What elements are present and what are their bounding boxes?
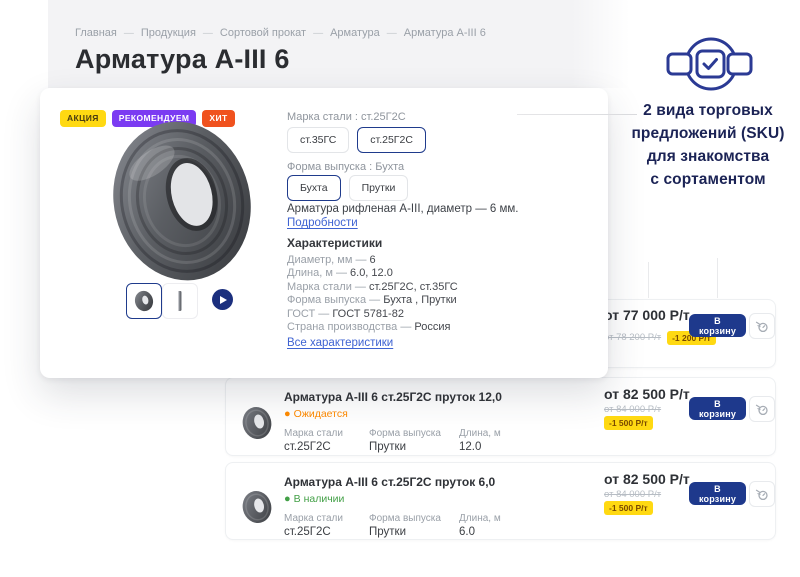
- offer-old-price: от 84 000 Р/т: [604, 404, 661, 415]
- breadcrumb-separator: —: [387, 28, 397, 39]
- offer-row: Арматура А-III 6 ст.25Г2С пруток 6,0 ●В …: [225, 462, 776, 540]
- form-options: Бухта Прутки: [287, 175, 408, 201]
- offer-thumbnail-coil: [238, 404, 276, 442]
- quick-order-icon: [755, 319, 769, 333]
- rod-thumb-icon: [168, 289, 192, 313]
- breadcrumb-item-products[interactable]: Продукция: [141, 27, 196, 39]
- characteristic-row: Диаметр, мм — 6: [287, 254, 458, 267]
- steel-option-st35gs[interactable]: ст.35ГС: [287, 127, 349, 153]
- annotation-line: 2 вида торговых: [618, 99, 798, 122]
- quick-order-button[interactable]: [749, 481, 775, 507]
- offer-title[interactable]: Арматура А-III 6 ст.25Г2С пруток 12,0: [284, 390, 502, 404]
- offer-status: ●Ожидается: [284, 408, 348, 420]
- spec-label: Марка стали: [284, 513, 343, 524]
- steel-grade-options: ст.35ГС ст.25Г2С: [287, 127, 426, 153]
- divider: [717, 258, 718, 298]
- breadcrumb-item-current: Арматура А-III 6: [404, 27, 486, 39]
- all-characteristics-link[interactable]: Все характеристики: [287, 337, 393, 349]
- spec-label: Длина, м: [459, 428, 501, 439]
- spec-label: Марка стали: [284, 428, 343, 439]
- coil-thumb-icon: [132, 289, 156, 313]
- status-dot: ●: [284, 408, 291, 420]
- offer-old-price: от 84 000 Р/т: [604, 489, 661, 500]
- annotation-line: предложений (SKU): [618, 122, 798, 145]
- spec-label: Форма выпуска: [369, 428, 441, 439]
- quick-order-icon: [755, 402, 769, 416]
- offer-price: от 77 000 Р/т: [604, 307, 690, 323]
- offer-old-price: от 78 200 Р/т: [604, 332, 661, 343]
- offer-price: от 82 500 Р/т: [604, 386, 690, 402]
- spec-value: ст.25Г2С: [284, 441, 331, 453]
- breadcrumb-item-rolled[interactable]: Сортовой прокат: [220, 27, 306, 39]
- divider: [648, 262, 649, 298]
- add-to-cart-button[interactable]: В корзину: [689, 482, 746, 505]
- add-to-cart-button[interactable]: В корзину: [689, 314, 746, 337]
- spec-value: Прутки: [369, 441, 406, 453]
- details-link[interactable]: Подробности: [287, 217, 358, 229]
- quick-order-button[interactable]: [749, 396, 775, 422]
- sku-variants-icon: [664, 32, 756, 96]
- form-option-rods[interactable]: Прутки: [349, 175, 409, 201]
- gallery-thumbnail-coil[interactable]: [126, 283, 162, 319]
- form-label: Форма выпуска : Бухта: [287, 161, 404, 173]
- breadcrumb-item-rebar[interactable]: Арматура: [330, 27, 380, 39]
- characteristic-row: Страна производства — Россия: [287, 321, 458, 334]
- characteristics-list: Диаметр, мм — 6 Длина, м — 6.0, 12.0 Мар…: [287, 254, 458, 334]
- spec-value: ст.25Г2С: [284, 526, 331, 538]
- annotation-line: для знакомства: [618, 145, 798, 168]
- badge-sale: АКЦИЯ: [60, 110, 106, 127]
- spec-label: Форма выпуска: [369, 513, 441, 524]
- quick-order-icon: [755, 487, 769, 501]
- breadcrumb: Главная — Продукция — Сортовой прокат — …: [75, 27, 486, 39]
- offer-row: Арматура А-III 6 ст.25Г2С пруток 12,0 ●О…: [225, 377, 776, 456]
- video-play-button[interactable]: [212, 289, 233, 310]
- steel-grade-label: Марка стали : ст.25Г2С: [287, 111, 406, 123]
- page-title: Арматура А-III 6: [75, 44, 290, 75]
- breadcrumb-separator: —: [313, 28, 323, 39]
- offer-title[interactable]: Арматура А-III 6 ст.25Г2С пруток 6,0: [284, 475, 495, 489]
- form-option-coil[interactable]: Бухта: [287, 175, 341, 201]
- breadcrumb-separator: —: [124, 28, 134, 39]
- add-to-cart-button[interactable]: В корзину: [689, 397, 746, 420]
- product-image-coil: [100, 113, 265, 288]
- spec-value: 12.0: [459, 441, 481, 453]
- characteristics-title: Характеристики: [287, 236, 382, 250]
- breadcrumb-separator: —: [203, 28, 213, 39]
- offer-status: ●В наличии: [284, 493, 344, 505]
- characteristic-row: Длина, м — 6.0, 12.0: [287, 267, 458, 280]
- annotation-text: 2 вида торговых предложений (SKU) для зн…: [618, 99, 798, 191]
- discount-badge: -1 500 Р/т: [604, 501, 653, 515]
- spec-value: Прутки: [369, 526, 406, 538]
- status-dot: ●: [284, 493, 291, 505]
- discount-badge: -1 500 Р/т: [604, 416, 653, 430]
- breadcrumb-item-home[interactable]: Главная: [75, 27, 117, 39]
- offer-price: от 82 500 Р/т: [604, 471, 690, 487]
- quick-order-button[interactable]: [749, 313, 775, 339]
- spec-label: Длина, м: [459, 513, 501, 524]
- gallery-thumbnail-rod[interactable]: [162, 283, 198, 319]
- characteristic-row: Форма выпуска — Бухта , Прутки: [287, 294, 458, 307]
- play-icon: [220, 296, 227, 304]
- offer-thumbnail-coil: [238, 488, 276, 526]
- annotation-line: с сортаментом: [618, 168, 798, 191]
- spec-value: 6.0: [459, 526, 475, 538]
- characteristic-row: ГОСТ — ГОСТ 5781-82: [287, 308, 458, 321]
- characteristic-row: Марка стали — ст.25Г2С, ст.35ГС: [287, 281, 458, 294]
- steel-option-st25g2s[interactable]: ст.25Г2С: [357, 127, 426, 153]
- product-description: Арматура рифленая А-III, диаметр — 6 мм.: [287, 203, 519, 215]
